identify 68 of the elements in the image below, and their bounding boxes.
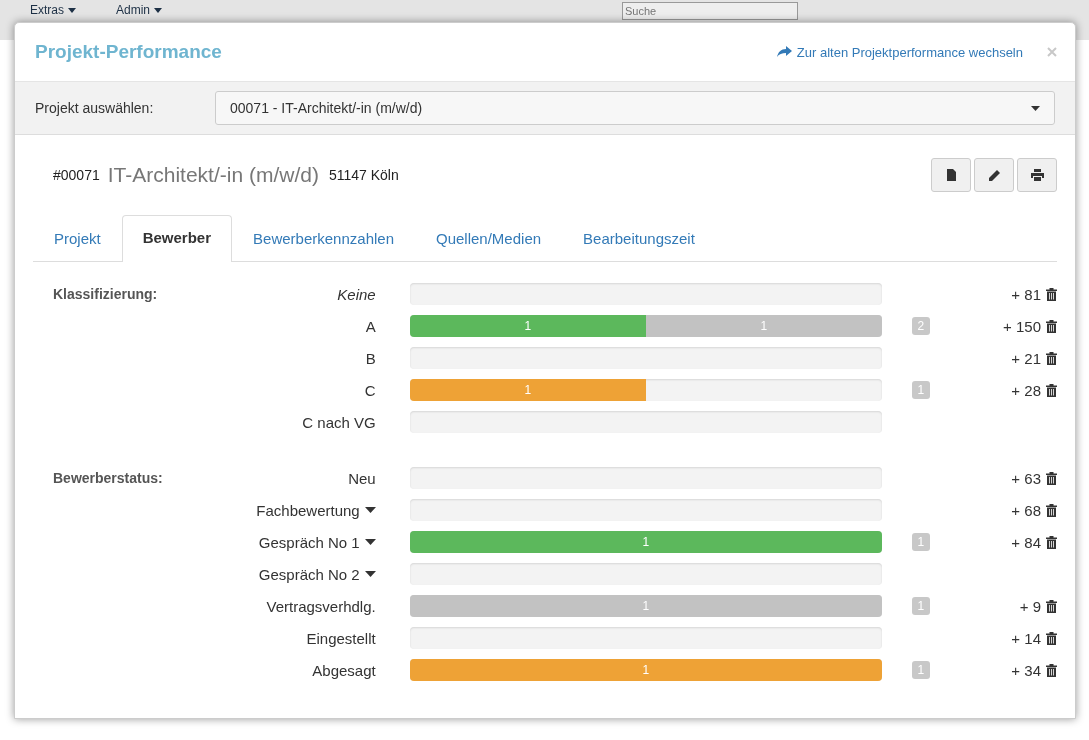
modal-title: Projekt-Performance xyxy=(35,41,222,63)
caret-icon[interactable] xyxy=(364,507,376,513)
project-number: #00071 xyxy=(53,167,100,183)
trash-icon[interactable] xyxy=(1046,631,1057,645)
counter-text: + 84 xyxy=(1011,533,1041,551)
tab[interactable]: Bewerberkennzahlen xyxy=(232,216,415,261)
counter-text: + 9 xyxy=(1019,597,1041,615)
caret-icon xyxy=(1031,105,1040,111)
printer-icon xyxy=(1030,169,1044,181)
trash-icon[interactable] xyxy=(1046,383,1057,397)
tab[interactable]: Bewerber xyxy=(121,215,233,262)
counter-text: + 34 xyxy=(1011,661,1041,679)
trash-icon[interactable] xyxy=(1046,351,1057,365)
progress-segment: 1 xyxy=(645,315,883,337)
counter-text: + 21 xyxy=(1011,349,1041,367)
caret-icon[interactable] xyxy=(364,539,376,545)
progress-segment: 1 xyxy=(409,531,883,553)
counter-text: + 68 xyxy=(1011,501,1041,519)
row-label[interactable]: Fachbewertung xyxy=(256,501,360,519)
row-label[interactable]: Gespräch No 1 xyxy=(258,533,360,551)
row-label: Vertragsverhdlg. xyxy=(266,597,376,615)
trash-icon[interactable] xyxy=(1046,503,1057,517)
switch-link[interactable]: Zur alten Projektperformance wechseln xyxy=(776,44,1023,60)
row-label: C xyxy=(364,381,376,399)
counter-text: + 63 xyxy=(1011,469,1041,487)
group-label: Klassifizierung: xyxy=(53,286,158,302)
share-arrow-icon xyxy=(776,46,792,58)
row-label: Eingestellt xyxy=(306,629,376,647)
counter-text: + 81 xyxy=(1011,285,1041,303)
counter-text: + 14 xyxy=(1011,629,1041,647)
row-label: A xyxy=(365,317,376,335)
trash-icon[interactable] xyxy=(1046,663,1057,677)
pencil-icon xyxy=(988,169,1000,181)
caret-icon xyxy=(68,7,76,13)
search-field[interactable]: Suche xyxy=(622,2,799,20)
group-label: Bewerberstatus: xyxy=(53,470,163,486)
project-dropdown[interactable]: 00071 - IT-Architekt/-in (m/w/d) xyxy=(215,91,1055,125)
tab[interactable]: Projekt xyxy=(33,216,122,261)
progress-segment: 1 xyxy=(409,379,646,401)
tab[interactable]: Bearbeitungszeit xyxy=(562,216,716,261)
nav-menu-item[interactable]: Extras xyxy=(30,3,64,17)
counter-text: + 150 xyxy=(1003,317,1041,335)
counter-text: + 28 xyxy=(1011,381,1041,399)
nav-menu-item[interactable]: Admin xyxy=(116,3,151,17)
project-location: 51147 Köln xyxy=(328,167,399,183)
trash-icon[interactable] xyxy=(1046,319,1057,333)
field-label: Projekt auswählen: xyxy=(35,100,155,116)
document-button[interactable] xyxy=(931,158,971,192)
row-label: Keine xyxy=(337,285,376,303)
row-label: Abgesagt xyxy=(312,661,376,679)
progress-segment: 1 xyxy=(409,315,646,337)
caret-icon[interactable] xyxy=(364,571,376,577)
document-icon xyxy=(946,169,956,181)
row-label: Neu xyxy=(348,469,376,487)
progress-segment: 1 xyxy=(409,595,883,617)
print-button[interactable] xyxy=(1017,158,1057,192)
row-label: C nach VG xyxy=(302,413,376,431)
row-label[interactable]: Gespräch No 2 xyxy=(258,565,360,583)
project-name: IT-Architekt/-in (m/w/d) xyxy=(107,163,319,187)
row-label: B xyxy=(365,349,376,367)
progress-segment: 1 xyxy=(409,659,883,681)
tab[interactable]: Quellen/Medien xyxy=(415,216,563,261)
caret-icon xyxy=(154,7,163,13)
trash-icon[interactable] xyxy=(1046,471,1057,485)
trash-icon[interactable] xyxy=(1046,535,1057,549)
edit-button[interactable] xyxy=(974,158,1014,192)
trash-icon[interactable] xyxy=(1046,287,1057,301)
trash-icon[interactable] xyxy=(1046,599,1057,613)
